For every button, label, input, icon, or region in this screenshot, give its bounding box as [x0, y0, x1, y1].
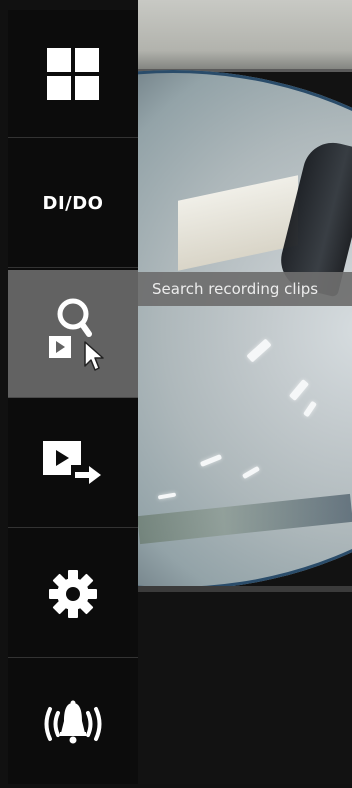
- gear-icon: [49, 569, 97, 618]
- settings-button[interactable]: [8, 530, 138, 658]
- cursor-icon: [84, 340, 104, 371]
- grid-icon: [47, 47, 99, 100]
- sidebar: DI/DO: [8, 10, 138, 784]
- search-recording-button[interactable]: [8, 270, 138, 398]
- search-clip-icon: [49, 298, 104, 371]
- layout-button[interactable]: [8, 10, 138, 138]
- camera-view-top: [138, 0, 352, 72]
- export-video-button[interactable]: [8, 400, 138, 528]
- video-divider: [138, 586, 352, 592]
- camera-view[interactable]: [138, 0, 352, 784]
- dido-button[interactable]: DI/DO: [8, 140, 138, 268]
- dido-label: DI/DO: [42, 193, 104, 214]
- search-tooltip: Search recording clips: [138, 272, 352, 306]
- alarm-button[interactable]: [8, 660, 138, 788]
- export-video-icon: [43, 440, 101, 484]
- alarm-bell-icon: [44, 700, 102, 744]
